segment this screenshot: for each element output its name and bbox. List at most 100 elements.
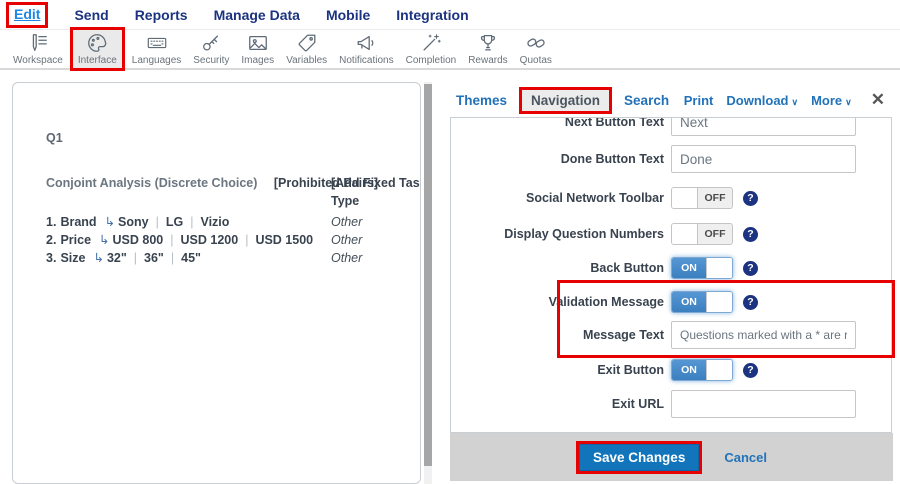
toolbar-item-variables[interactable]: Variables	[281, 29, 332, 69]
form-row-message-text: Message Text	[451, 321, 891, 349]
attribute-name: Brand	[60, 215, 96, 229]
key-icon	[200, 32, 222, 54]
toolbar-item-label: Completion	[406, 55, 457, 66]
back-button-toggle[interactable]: ON	[671, 257, 733, 279]
toolbar-item-label: Security	[193, 55, 229, 66]
toolbar-item-label: Variables	[286, 55, 327, 66]
nav-item-send[interactable]: Send	[74, 7, 108, 23]
edit-annotation-box: Edit	[6, 2, 48, 28]
toggle-state-label: ON	[672, 258, 706, 278]
top-nav: Edit Send Reports Manage Data Mobile Int…	[0, 0, 900, 30]
exit-url-input[interactable]	[671, 390, 856, 418]
toolbar-item-notifications[interactable]: Notifications	[334, 29, 398, 69]
question-preview-panel: Q1 Conjoint Analysis (Discrete Choice) […	[12, 82, 421, 484]
field-label: Exit Button	[451, 363, 664, 377]
field-label: Display Question Numbers	[451, 227, 664, 241]
toggle-state-label: OFF	[698, 224, 732, 244]
level-arrow-icon: ↳	[105, 215, 115, 229]
toolbar-item-label: Languages	[132, 55, 182, 66]
nav-item-mobile[interactable]: Mobile	[326, 7, 370, 23]
attribute-name: Size	[60, 251, 85, 265]
add-fixed-tasks-link[interactable]: [Add Fixed Tasks	[331, 176, 421, 190]
toolbar-item-label: Workspace	[13, 55, 63, 66]
save-changes-button[interactable]: Save Changes	[579, 444, 699, 471]
question-code: Q1	[46, 131, 420, 145]
attribute-number: 1.	[46, 215, 56, 229]
nav-item-manage-data[interactable]: Manage Data	[214, 7, 300, 23]
toggle-state-label: ON	[672, 292, 706, 312]
tab-themes[interactable]: Themes	[456, 93, 507, 108]
social-network-toolbar-toggle[interactable]: OFF	[671, 187, 733, 209]
validation-message-toggle[interactable]: ON	[671, 291, 733, 313]
message-text-input[interactable]	[671, 321, 856, 349]
field-label: Message Text	[451, 328, 664, 342]
display-question-numbers-toggle[interactable]: OFF	[671, 223, 733, 245]
toolbar-item-security[interactable]: Security	[188, 29, 234, 69]
workspace-icon	[27, 32, 49, 54]
attribute-level: Vizio	[200, 215, 229, 229]
tab-search[interactable]: Search	[624, 93, 669, 108]
help-icon[interactable]: ?	[743, 261, 758, 276]
navigation-settings-form: Next Button Text Done Button Text Social…	[450, 117, 892, 433]
edit-toolbar: Workspace Interface Languages Security I…	[0, 30, 900, 70]
toolbar-item-label: Images	[241, 55, 274, 66]
attribute-row-size: 3.Size↳32"|36"|45" Other	[46, 249, 420, 267]
toggle-state-label: ON	[672, 360, 706, 380]
magic-wand-icon	[420, 32, 442, 54]
toolbar-item-languages[interactable]: Languages	[127, 29, 187, 69]
toggle-knob	[706, 258, 732, 278]
toolbar-item-interface[interactable]: Interface	[70, 27, 125, 71]
toolbar-item-completion[interactable]: Completion	[401, 29, 462, 69]
field-label: Exit URL	[451, 397, 664, 411]
attribute-level: LG	[166, 215, 183, 229]
toolbar-item-quotas[interactable]: Quotas	[515, 29, 557, 69]
attribute-level: 36"	[144, 251, 164, 265]
form-row-back-button: Back Button ON ?	[451, 257, 891, 279]
field-label: Next Button Text	[451, 118, 664, 129]
scrollbar-thumb[interactable]	[424, 84, 432, 466]
close-icon[interactable]: ✕	[871, 90, 885, 110]
megaphone-icon	[355, 32, 377, 54]
field-label: Validation Message	[451, 295, 664, 309]
form-row-exit-url: Exit URL	[451, 390, 891, 418]
help-icon[interactable]: ?	[743, 295, 758, 310]
nav-item-integration[interactable]: Integration	[396, 7, 468, 23]
help-icon[interactable]: ?	[743, 191, 758, 206]
nav-item-reports[interactable]: Reports	[135, 7, 188, 23]
toggle-knob	[706, 292, 732, 312]
interface-settings-panel: Themes Navigation Search Print Download∨…	[440, 85, 900, 484]
tab-navigation[interactable]: Navigation	[519, 87, 612, 114]
separator: |	[171, 251, 174, 265]
toolbar-item-rewards[interactable]: Rewards	[463, 29, 512, 69]
attribute-level: USD 800	[113, 233, 164, 247]
help-icon[interactable]: ?	[743, 227, 758, 242]
more-link[interactable]: More∨	[811, 93, 852, 108]
separator: |	[190, 215, 193, 229]
separator: |	[134, 251, 137, 265]
exit-button-toggle[interactable]: ON	[671, 359, 733, 381]
nav-item-edit[interactable]: Edit	[14, 6, 40, 22]
type-column-header: Type	[331, 192, 359, 210]
print-link[interactable]: Print	[684, 93, 714, 108]
toolbar-item-label: Rewards	[468, 55, 507, 66]
next-button-text-input[interactable]	[671, 118, 856, 136]
attribute-level: 45"	[181, 251, 201, 265]
form-row-social-network-toolbar: Social Network Toolbar OFF ?	[451, 187, 891, 209]
attribute-name: Price	[60, 233, 91, 247]
attribute-type: Other	[331, 213, 362, 231]
toolbar-item-workspace[interactable]: Workspace	[8, 29, 68, 69]
attribute-number: 2.	[46, 233, 56, 247]
help-icon[interactable]: ?	[743, 363, 758, 378]
attribute-level: USD 1500	[255, 233, 313, 247]
toggle-knob	[672, 188, 698, 208]
toolbar-item-images[interactable]: Images	[236, 29, 279, 69]
separator: |	[156, 215, 159, 229]
download-link[interactable]: Download∨	[726, 93, 798, 108]
save-annotation-box: Save Changes	[576, 441, 702, 474]
done-button-text-input[interactable]	[671, 145, 856, 173]
toggle-state-label: OFF	[698, 188, 732, 208]
chain-links-icon	[525, 32, 547, 54]
cancel-link[interactable]: Cancel	[724, 450, 767, 465]
field-label: Back Button	[451, 261, 664, 275]
attribute-type: Other	[331, 249, 362, 267]
